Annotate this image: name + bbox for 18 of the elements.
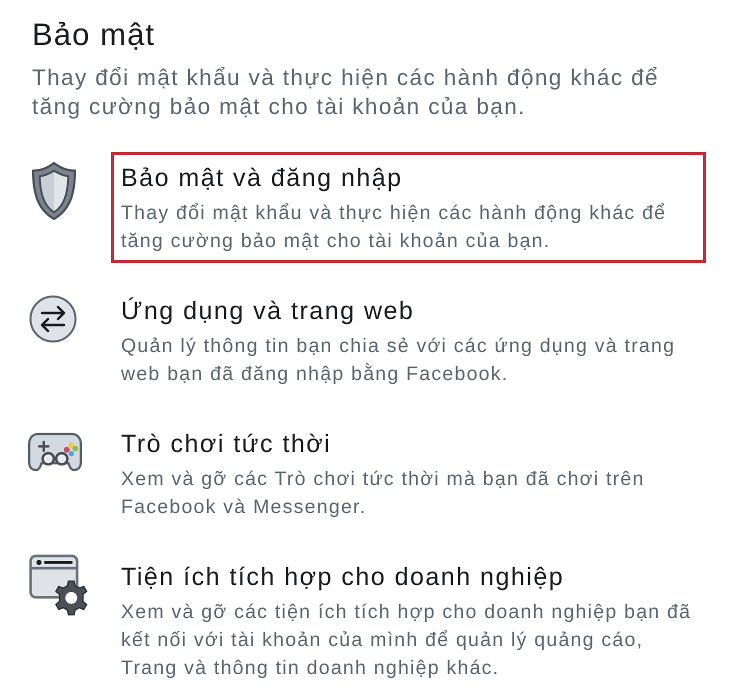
item-description: Thay đổi mật khẩu và thực hiện các hành động khác để tăng cường bảo mật cho tài khoản của bạn. <box>121 201 668 254</box>
settings-item[interactable]: Bảo mật và đăng nhập Thay đổi mật khẩu và thực hiện các hành động khác để tăng cường bảo mật cho tài khoản của bạn. <box>111 152 706 263</box>
shield-icon <box>32 162 76 220</box>
item-title: Trò chơi tức thời <box>121 429 332 460</box>
section-description: Thay đổi mật khẩu và thực hiện các hành động khác để tăng cường bảo mật cho tài khoản của bạn. <box>32 64 660 121</box>
item-title: Ứng dụng và trang web <box>121 296 416 327</box>
item-title: Tiện ích tích hợp cho doanh nghiệp <box>121 562 566 593</box>
gamepad-icon <box>28 430 82 474</box>
item-description: Xem và gỡ các tiện ích tích hợp cho doanh nghiệp bạn đã kết nối với tài khoản của mình để quản lý quảng cáo, Trang và thông tin doanh nghiệp khác. <box>121 600 692 681</box>
item-title: Bảo mật và đăng nhập <box>121 163 404 194</box>
section-title: Bảo mật <box>32 17 156 53</box>
settings-item[interactable]: Tiện ích tích hợp cho doanh nghiệp Xem và gỡ các tiện ích tích hợp cho doanh nghiệp bạn đã kết nối với tài khoản của mình để quản lý quảng cáo, Trang và thông tin doanh nghiệp khác. <box>111 551 706 690</box>
item-description: Xem và gỡ các Trò chơi tức thời mà bạn đã chơi trên Facebook và Messenger. <box>121 467 646 520</box>
settings-item[interactable]: Ứng dụng và trang web Quản lý thông tin bạn chia sẻ với các ứng dụng và trang web bạn đã đăng nhập bằng Facebook. <box>111 285 706 396</box>
browser-gear-icon <box>28 554 90 616</box>
swap-arrows-icon <box>29 295 77 343</box>
settings-item[interactable]: Trò chơi tức thời Xem và gỡ các Trò chơi tức thời mà bạn đã chơi trên Facebook và Messenger. <box>111 418 706 529</box>
item-description: Quản lý thông tin bạn chia sẻ với các ứng dụng và trang web bạn đã đăng nhập bằng Facebook. <box>121 334 676 387</box>
